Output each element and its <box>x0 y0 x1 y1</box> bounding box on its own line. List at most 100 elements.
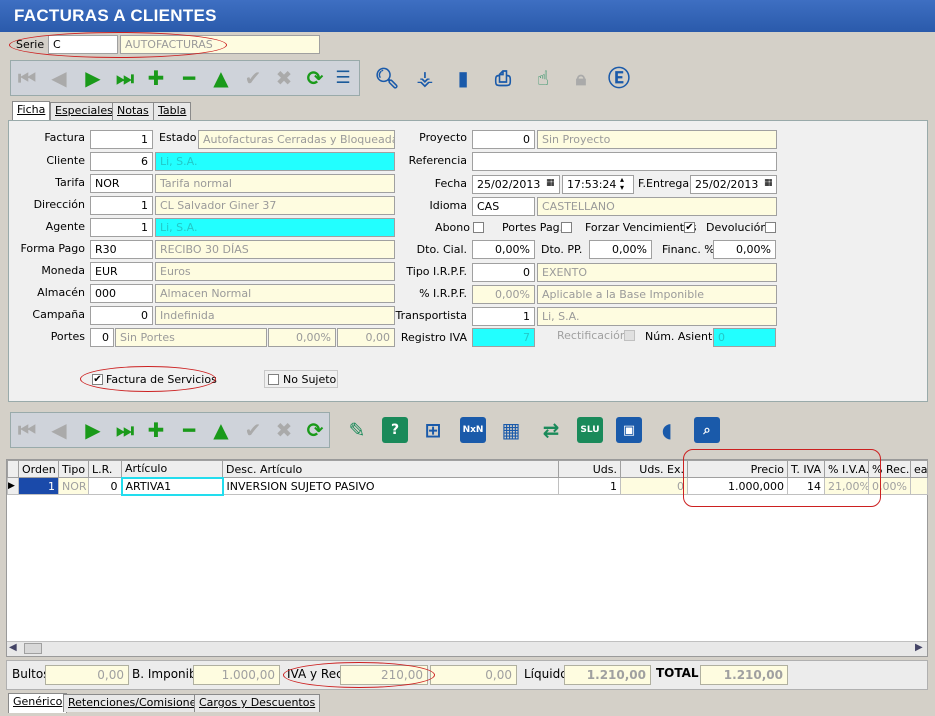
almacen-input[interactable]: 000 <box>90 284 153 303</box>
registro-iva-input[interactable]: 7 <box>472 328 535 347</box>
list-icon[interactable]: ☰ <box>330 65 356 91</box>
pct-irpf-desc: Aplicable a la Base Imponible <box>537 285 777 304</box>
cancel-icon[interactable]: ✖ <box>271 65 297 91</box>
portes-pag-checkbox[interactable] <box>561 222 572 233</box>
image-icon[interactable]: ▣ <box>616 417 642 443</box>
previous-record-icon[interactable]: ◀ <box>46 65 72 91</box>
search-icon[interactable]: 🔍︎ <box>374 65 400 91</box>
edit-icon[interactable]: ▲ <box>208 65 234 91</box>
search-lines-icon[interactable]: ⌕ <box>694 417 720 443</box>
cell-orden[interactable]: 1 <box>18 477 59 495</box>
edit-line-icon[interactable]: ▲ <box>208 417 234 443</box>
tab-generico[interactable]: Genérico <box>8 693 68 713</box>
scroll-thumb[interactable] <box>24 643 42 654</box>
tab-tabla[interactable]: Tabla <box>153 102 192 120</box>
tipo-irpf-input[interactable]: 0 <box>472 263 535 282</box>
direccion-input[interactable]: 1 <box>90 196 153 215</box>
referencia-input[interactable] <box>472 152 777 171</box>
tab-ficha[interactable]: Ficha <box>12 101 51 121</box>
cell-articulo[interactable]: ARTIVA1 <box>120 476 224 496</box>
last-line-icon[interactable]: ⏭ <box>112 417 138 443</box>
next-line-icon[interactable]: ▶ <box>80 417 106 443</box>
rectificacion-checkbox[interactable] <box>624 330 635 341</box>
direccion-label: Dirección <box>33 198 85 211</box>
transportista-input[interactable]: 1 <box>472 307 535 326</box>
swap-icon[interactable]: ⇄ <box>538 417 564 443</box>
tab-especiales[interactable]: Especiales <box>50 102 118 120</box>
cell-uds-ex[interactable]: 0 <box>620 477 688 495</box>
idioma-input[interactable]: CAS <box>472 197 535 216</box>
signal-icon[interactable]: ⚶ <box>412 65 438 91</box>
cell-desc-articulo[interactable]: INVERSION SUJETO PASIVO <box>222 477 559 495</box>
first-line-icon[interactable]: ⏮ <box>14 417 40 443</box>
print-icon[interactable]: ⎙ <box>490 65 516 91</box>
tab-cargos-descuentos[interactable]: Cargos y Descuentos <box>194 694 321 712</box>
abono-checkbox[interactable] <box>473 222 484 233</box>
calendar-icon[interactable]: ▦ <box>546 178 555 188</box>
cell-tipo[interactable]: NOR <box>58 477 89 495</box>
column-header-lr[interactable]: L.R. <box>88 460 122 478</box>
tipo-irpf-label: Tipo I.R.P.F. <box>406 265 467 278</box>
slu-icon[interactable]: SLU <box>577 417 603 443</box>
previous-line-icon[interactable]: ◀ <box>46 417 72 443</box>
first-record-icon[interactable]: ⏮ <box>14 65 40 91</box>
devolucion-checkbox[interactable] <box>765 222 776 233</box>
column-header-uds[interactable]: Uds. <box>558 460 621 478</box>
dto-pp-input[interactable]: 0,00% <box>589 240 652 259</box>
add-line-icon[interactable]: ✚ <box>143 417 169 443</box>
column-header-orden[interactable]: Orden <box>18 460 59 478</box>
proyecto-input[interactable]: 0 <box>472 130 535 149</box>
moneda-label: Moneda <box>41 264 85 277</box>
nxn-icon[interactable]: NxN <box>460 417 486 443</box>
speaker-icon[interactable]: ◖ <box>654 417 680 443</box>
agente-input[interactable]: 1 <box>90 218 153 237</box>
help-icon[interactable]: ? <box>382 417 408 443</box>
refresh-icon[interactable]: ⟳ <box>302 65 328 91</box>
confirm-line-icon[interactable]: ✔ <box>240 417 266 443</box>
agente-label: Agente <box>45 220 85 233</box>
delete-line-icon[interactable]: ━ <box>176 417 202 443</box>
column-header-tipo[interactable]: Tipo <box>58 460 89 478</box>
calendar-icon[interactable]: ▦ <box>764 178 773 188</box>
moneda-input[interactable]: EUR <box>90 262 153 281</box>
campana-input[interactable]: 0 <box>90 306 153 325</box>
refresh-line-icon[interactable]: ⟳ <box>302 417 328 443</box>
confirm-icon[interactable]: ✔ <box>240 65 266 91</box>
cancel-line-icon[interactable]: ✖ <box>271 417 297 443</box>
column-header-ea[interactable]: ea <box>910 460 928 478</box>
financ-input[interactable]: 0,00% <box>713 240 776 259</box>
next-record-icon[interactable]: ▶ <box>80 65 106 91</box>
edit-note-icon[interactable]: ✎ <box>344 417 370 443</box>
calculator-icon[interactable]: ▦ <box>498 417 524 443</box>
scroll-right-icon[interactable]: ▶ <box>915 642 923 653</box>
time-spinner-icon[interactable]: ▴ ▾ <box>620 176 624 192</box>
hierarchy-icon[interactable]: ⊞ <box>420 417 446 443</box>
tarifa-input[interactable]: NOR <box>90 174 153 193</box>
no-sujeto-checkbox[interactable] <box>268 374 279 385</box>
lock-icon[interactable]: 🔒︎ <box>568 65 594 91</box>
tab-notas[interactable]: Notas <box>112 102 154 120</box>
tab-retenciones-comisiones[interactable]: Retenciones/Comisiones <box>63 694 208 712</box>
column-header-desc-articulo[interactable]: Desc. Artículo <box>222 460 559 478</box>
column-header-articulo[interactable]: Artículo <box>121 460 223 478</box>
scroll-left-icon[interactable]: ◀ <box>9 642 17 653</box>
forzar-vencimientos-checkbox[interactable]: ✔ <box>684 222 695 233</box>
column-header-uds-ex[interactable]: Uds. Ex. <box>620 460 688 478</box>
touch-icon[interactable]: ☝ <box>530 65 556 91</box>
horizontal-scrollbar[interactable] <box>7 641 927 656</box>
pct-irpf-value: 0,00% <box>472 285 535 304</box>
portes-input[interactable]: 0 <box>90 328 114 347</box>
exit-door-icon[interactable]: ▮ <box>450 65 476 91</box>
cliente-input[interactable]: 6 <box>90 152 153 171</box>
euro-icon[interactable]: Ⓔ <box>606 64 632 92</box>
forma-pago-input[interactable]: R30 <box>90 240 153 259</box>
num-asiento-input[interactable]: 0 <box>713 328 776 347</box>
add-icon[interactable]: ✚ <box>143 65 169 91</box>
factura-input[interactable]: 1 <box>90 130 153 149</box>
dto-cial-input[interactable]: 0,00% <box>472 240 535 259</box>
cell-lr[interactable]: 0 <box>88 477 122 495</box>
delete-icon[interactable]: ━ <box>176 65 202 91</box>
cell-ea[interactable] <box>910 477 928 495</box>
last-record-icon[interactable]: ⏭ <box>112 65 138 91</box>
cell-uds[interactable]: 1 <box>558 477 621 495</box>
